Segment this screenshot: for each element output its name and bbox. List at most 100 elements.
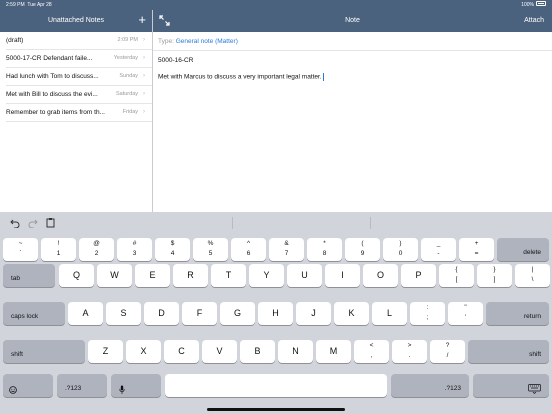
key[interactable]: Z — [88, 340, 123, 363]
key[interactable]: }] — [477, 264, 512, 287]
key-char: 8 — [322, 250, 327, 257]
list-item[interactable]: 5000-17-CR Defendant faile... Yesterday › — [6, 50, 152, 68]
key[interactable]: E — [135, 264, 170, 287]
chevron-right-icon: › — [143, 73, 145, 79]
key-char: 5 — [208, 250, 213, 257]
keyboard-assistant-bar — [0, 212, 552, 234]
key[interactable]: M — [316, 340, 351, 363]
paste-icon[interactable] — [46, 217, 56, 228]
note-header: Note Attach — [153, 10, 552, 32]
note-body[interactable]: Met with Marcus to discuss a very import… — [158, 73, 324, 81]
key[interactable]: * 8 — [307, 238, 342, 261]
key[interactable]: " ' — [448, 302, 483, 325]
key-shift-char: } — [493, 266, 496, 273]
microphone-key[interactable] — [111, 374, 161, 397]
key[interactable]: _ - — [421, 238, 456, 261]
key-char: 4 — [170, 250, 175, 257]
key[interactable]: R — [173, 264, 208, 287]
note-title-text: Had lunch with Tom to discuss... — [6, 73, 99, 80]
key[interactable]: Y — [249, 264, 284, 287]
type-row[interactable]: Type: General note (Matter) — [158, 38, 238, 45]
key-shift-char: > — [407, 342, 412, 349]
key[interactable]: <, — [354, 340, 389, 363]
key[interactable]: ^ 6 — [231, 238, 266, 261]
key[interactable]: O — [363, 264, 398, 287]
key[interactable]: N — [278, 340, 313, 363]
key[interactable]: ? / — [430, 340, 465, 363]
key[interactable]: {[ — [439, 264, 474, 287]
key-label: Q — [72, 270, 80, 280]
key[interactable]: K — [334, 302, 369, 325]
key-label: delete — [523, 249, 541, 256]
key[interactable]: >. — [392, 340, 427, 363]
key[interactable]: $4 — [155, 238, 190, 261]
key[interactable]: #3 — [117, 238, 152, 261]
key[interactable]: V — [202, 340, 237, 363]
key[interactable]: P — [401, 264, 436, 287]
list-item[interactable]: Met with Bill to discuss the evi... Satur… — [6, 86, 152, 104]
attach-button[interactable]: Attach — [524, 10, 544, 32]
list-item[interactable]: Remember to grab items from th... Friday › — [6, 104, 152, 122]
space-bar[interactable] — [165, 374, 387, 397]
key[interactable]: | \ — [515, 264, 550, 287]
key[interactable]: J — [296, 302, 331, 325]
key-shift-char: * — [323, 240, 326, 247]
key[interactable]: T — [211, 264, 246, 287]
redo-icon[interactable] — [28, 218, 38, 228]
key-label: caps lock — [11, 313, 39, 320]
type-value[interactable]: General note (Matter) — [176, 38, 238, 45]
key[interactable]: + = — [459, 238, 494, 261]
note-title-text: Remember to grab items from th... — [6, 109, 105, 116]
key-shift-char: & — [284, 240, 289, 247]
numbers-key[interactable]: .?123 — [391, 374, 469, 397]
shift-key[interactable]: shift — [468, 340, 549, 363]
emoji-key[interactable] — [3, 374, 53, 397]
key-shift-char: ! — [57, 240, 60, 247]
key-label: L — [386, 308, 392, 318]
tab-key[interactable]: tab — [3, 264, 55, 287]
key-label: N — [292, 346, 299, 356]
list-item[interactable]: Had lunch with Tom to discuss... Sunday › — [6, 68, 152, 86]
key-label: P — [415, 270, 422, 280]
key-char: 2 — [94, 250, 99, 257]
key[interactable]: :; — [410, 302, 445, 325]
key-char: ; — [426, 314, 429, 321]
key[interactable]: C — [164, 340, 199, 363]
numbers-key[interactable]: .?123 — [57, 374, 107, 397]
key[interactable]: B — [240, 340, 275, 363]
key[interactable]: (9 — [345, 238, 380, 261]
key[interactable]: D — [144, 302, 179, 325]
undo-icon[interactable] — [10, 218, 20, 228]
key[interactable]: L — [372, 302, 407, 325]
key[interactable]: & 7 — [269, 238, 304, 261]
key[interactable]: ~ ` — [3, 238, 38, 261]
key-label: X — [140, 346, 147, 356]
key[interactable]: U — [287, 264, 322, 287]
key-label: S — [120, 308, 127, 318]
key[interactable]: G — [220, 302, 255, 325]
reference-field[interactable]: 5000-16-CR — [158, 57, 193, 64]
shift-key[interactable]: shift — [3, 340, 85, 363]
key[interactable]: A — [68, 302, 103, 325]
key[interactable]: S — [106, 302, 141, 325]
dismiss-keyboard-key[interactable] — [473, 374, 549, 397]
note-title-text: Met with Bill to discuss the evi... — [6, 91, 98, 98]
key[interactable]: ) 0 — [383, 238, 418, 261]
key[interactable]: F — [182, 302, 217, 325]
list-item[interactable]: (draft) 2:09 PM › — [6, 32, 152, 50]
key[interactable]: X — [126, 340, 161, 363]
key[interactable]: W — [97, 264, 132, 287]
key[interactable]: Q — [59, 264, 94, 287]
key[interactable]: @2 — [79, 238, 114, 261]
note-title: Note — [345, 17, 360, 24]
delete-key[interactable]: delete — [497, 238, 549, 261]
return-key[interactable]: return — [486, 302, 549, 325]
key[interactable]: ! 1 — [41, 238, 76, 261]
chevron-right-icon: › — [143, 37, 145, 43]
suggestion-divider — [370, 217, 371, 229]
add-note-button[interactable]: + — [138, 13, 146, 27]
key[interactable]: H — [258, 302, 293, 325]
key[interactable]: % 5 — [193, 238, 228, 261]
caps-lock-key[interactable]: caps lock — [3, 302, 65, 325]
key[interactable]: I — [325, 264, 360, 287]
